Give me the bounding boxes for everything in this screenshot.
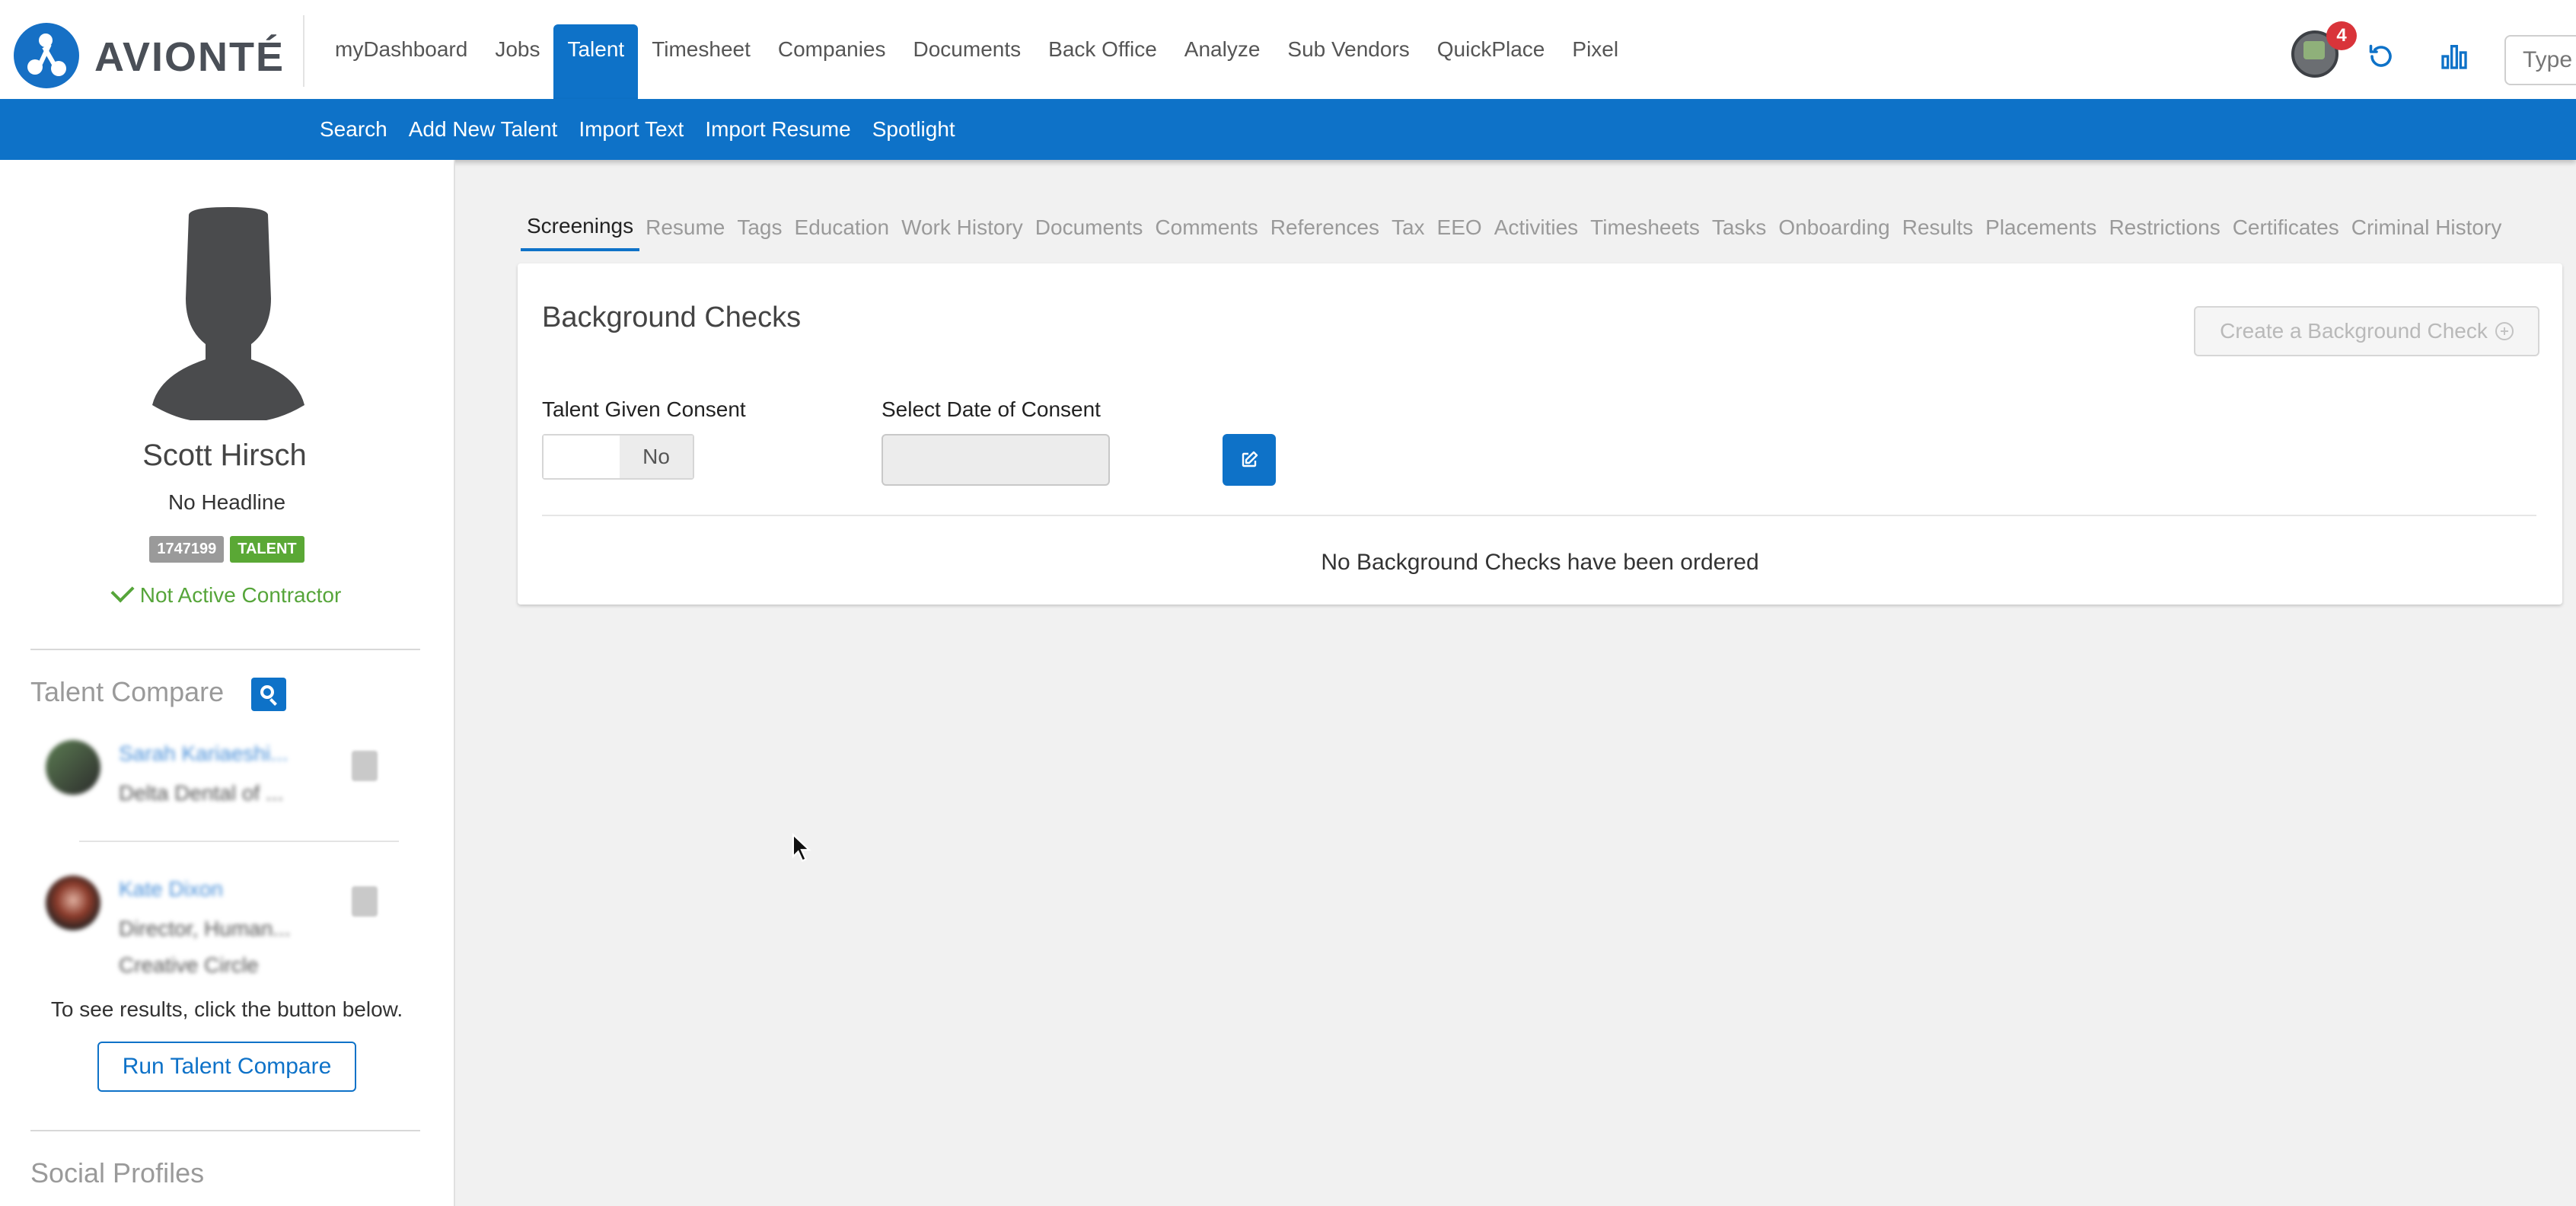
divider: [303, 15, 304, 87]
nav-item-mydashboard[interactable]: myDashboard: [321, 0, 481, 99]
tab-certificates[interactable]: Certificates: [2227, 204, 2345, 251]
avionte-logo-icon[interactable]: [14, 23, 79, 88]
create-background-check-button[interactable]: Create a Background Check: [2194, 306, 2539, 356]
subnav-add-new-talent[interactable]: Add New Talent: [398, 99, 569, 160]
tab-documents[interactable]: Documents: [1029, 204, 1149, 251]
consent-label: Talent Given Consent: [542, 397, 746, 421]
nav-item-back-office[interactable]: Back Office: [1035, 0, 1171, 99]
create-background-check-label: Create a Background Check: [2220, 319, 2488, 343]
brand-name[interactable]: AVIONTÉ: [94, 34, 285, 81]
toggle-off-side[interactable]: [544, 436, 620, 478]
document-icon[interactable]: [352, 886, 378, 917]
tab-timesheets[interactable]: Timesheets: [1584, 204, 1706, 251]
avatar: [46, 740, 100, 795]
talent-subnav: Search Add New Talent Import Text Import…: [0, 99, 2576, 160]
talent-compare-title: Talent Compare: [30, 676, 225, 707]
tab-screenings[interactable]: Screenings: [521, 204, 640, 251]
subnav-import-resume[interactable]: Import Resume: [694, 99, 861, 160]
tab-restrictions[interactable]: Restrictions: [2103, 204, 2226, 251]
subnav-search[interactable]: Search: [309, 99, 398, 160]
analytics-chart-icon[interactable]: [2439, 41, 2469, 72]
divider: [542, 515, 2536, 516]
tab-activities[interactable]: Activities: [1488, 204, 1584, 251]
date-of-consent-input[interactable]: [882, 434, 1110, 486]
profile-silhouette-icon: [152, 207, 304, 420]
search-icon: [260, 685, 274, 699]
tab-results[interactable]: Results: [1896, 204, 1979, 251]
divider: [30, 649, 420, 650]
badge-row: 1747199 TALENT: [0, 536, 454, 563]
talent-compare-hint: To see results, click the button below.: [50, 997, 403, 1021]
empty-state-message: No Background Checks have been ordered: [1321, 550, 1759, 575]
nav-item-documents[interactable]: Documents: [900, 0, 1035, 99]
tab-tasks[interactable]: Tasks: [1706, 204, 1773, 251]
talent-id-badge: 1747199: [149, 536, 225, 563]
tab-resume[interactable]: Resume: [639, 204, 731, 251]
document-icon[interactable]: [352, 751, 378, 781]
date-of-consent-label: Select Date of Consent: [882, 397, 1101, 421]
tab-onboarding[interactable]: Onboarding: [1772, 204, 1895, 251]
notification-badge[interactable]: 4: [2326, 21, 2357, 50]
contractor-status: Not Active Contractor: [0, 579, 454, 608]
talent-name: Scott Hirsch: [142, 439, 307, 472]
consent-toggle-value[interactable]: No: [620, 436, 693, 478]
check-icon: [110, 579, 135, 603]
talent-headline: No Headline: [167, 490, 286, 514]
tab-references[interactable]: References: [1264, 204, 1385, 251]
profile-sidebar: Scott Hirsch No Headline 1747199 TALENT …: [0, 160, 455, 1206]
consent-toggle[interactable]: No: [542, 434, 694, 480]
tab-placements[interactable]: Placements: [1979, 204, 2103, 251]
mouse-cursor-icon: [792, 833, 811, 863]
nav-item-talent[interactable]: Talent: [553, 24, 639, 99]
refresh-icon[interactable]: [2367, 43, 2395, 70]
talent-compare-search-button[interactable]: [251, 678, 286, 711]
tab-criminal-history[interactable]: Criminal History: [2345, 204, 2508, 251]
tab-tax[interactable]: Tax: [1385, 204, 1431, 251]
nav-item-sub-vendors[interactable]: Sub Vendors: [1274, 0, 1423, 99]
compare-result-company: Creative Circle: [119, 953, 259, 977]
tab-work-history[interactable]: Work History: [895, 204, 1029, 251]
global-search-input[interactable]: [2504, 35, 2576, 85]
talent-type-badge: TALENT: [230, 536, 304, 563]
tab-tags[interactable]: Tags: [731, 204, 788, 251]
nav-item-quickplace[interactable]: QuickPlace: [1423, 0, 1559, 99]
nav-item-companies[interactable]: Companies: [764, 0, 900, 99]
edit-icon: [1242, 451, 1258, 467]
avatar: [46, 876, 100, 930]
background-checks-title: Background Checks: [542, 302, 802, 333]
social-profiles-title: Social Profiles: [30, 1157, 205, 1188]
nav-item-pixel[interactable]: Pixel: [1558, 0, 1632, 99]
profile-tabs: Screenings Resume Tags Education Work Hi…: [521, 204, 2507, 251]
plus-circle-icon: [2495, 322, 2514, 340]
tab-eeo[interactable]: EEO: [1431, 204, 1488, 251]
divider: [30, 1130, 420, 1131]
run-talent-compare-button[interactable]: Run Talent Compare: [97, 1042, 356, 1092]
divider: [79, 841, 399, 842]
tab-education[interactable]: Education: [789, 204, 896, 251]
compare-result-name[interactable]: Kate Dixon: [119, 877, 223, 901]
compare-result-company: Delta Dental of ...: [119, 781, 284, 805]
subnav-import-text[interactable]: Import Text: [568, 99, 694, 160]
compare-result-title: Director, Human...: [119, 917, 291, 940]
main-nav: myDashboard Jobs Talent Timesheet Compan…: [321, 0, 1632, 99]
tab-comments[interactable]: Comments: [1149, 204, 1264, 251]
compare-result-name[interactable]: Sarah Kariaeshi...: [119, 742, 289, 766]
edit-consent-button[interactable]: [1223, 434, 1276, 486]
top-navbar: AVIONTÉ myDashboard Jobs Talent Timeshee…: [0, 0, 2576, 99]
background-checks-card: Background Checks Create a Background Ch…: [518, 263, 2562, 605]
nav-item-analyze[interactable]: Analyze: [1171, 0, 1274, 99]
subnav-spotlight[interactable]: Spotlight: [862, 99, 966, 160]
nav-item-timesheet[interactable]: Timesheet: [638, 0, 764, 99]
nav-item-jobs[interactable]: Jobs: [481, 0, 553, 99]
contractor-status-label: Not Active Contractor: [139, 583, 342, 607]
